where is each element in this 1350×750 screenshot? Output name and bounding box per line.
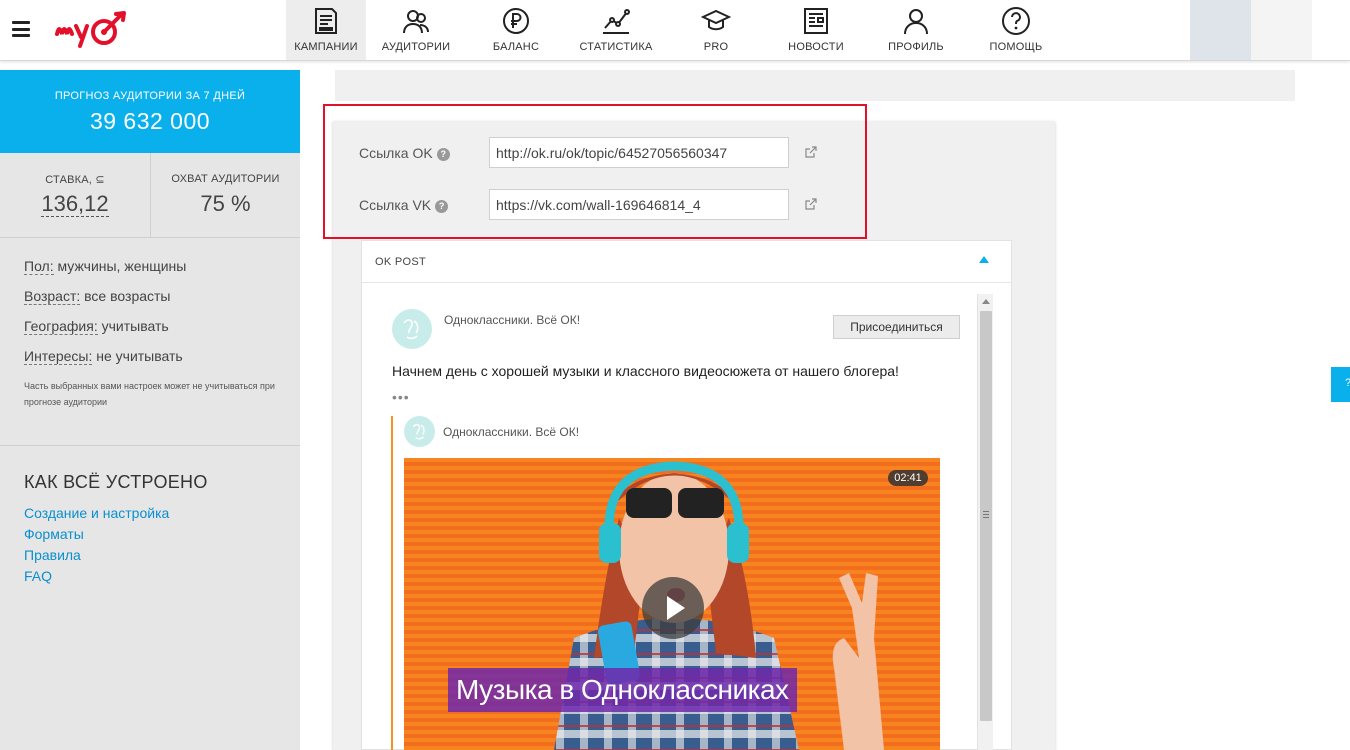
audience-forecast: ПРОГНОЗ АУДИТОРИИ ЗА 7 ДНЕЙ 39 632 000 bbox=[0, 70, 300, 153]
rate-value[interactable]: 136,12 bbox=[41, 192, 109, 217]
scroll-grip-icon bbox=[983, 511, 989, 518]
group-name[interactable]: Одноклассники. Всё ОК! bbox=[444, 313, 580, 327]
play-button[interactable] bbox=[642, 577, 704, 639]
nav-label: КАМПАНИИ bbox=[294, 41, 358, 53]
repost-indicator bbox=[391, 416, 393, 750]
rate-stat: СТАВКА, ⊆ 136,12 bbox=[0, 153, 150, 237]
main-nav: КАМПАНИИ АУДИТОРИИ БАЛАНС СТАТИСТИКА PRO… bbox=[286, 0, 1066, 60]
nav-label: АУДИТОРИИ bbox=[381, 41, 451, 53]
scroll-up-arrow-icon[interactable] bbox=[982, 299, 990, 304]
forecast-value: 39 632 000 bbox=[89, 108, 211, 134]
scroll-thumb[interactable] bbox=[980, 311, 992, 721]
ruble-icon bbox=[503, 8, 529, 34]
header-placeholder-block bbox=[1251, 0, 1312, 60]
repost-group-name[interactable]: Одноклассники. Всё ОК! bbox=[443, 425, 579, 439]
side-tab-label: ? bbox=[1345, 377, 1350, 389]
collapse-arrow-icon[interactable] bbox=[979, 256, 989, 263]
repost-group-avatar[interactable] bbox=[404, 416, 435, 447]
rate-label: СТАВКА, ⊆ bbox=[45, 174, 105, 186]
nav-pro[interactable]: PRO bbox=[666, 0, 766, 60]
video-duration: 02:41 bbox=[888, 470, 928, 486]
ok-post-header[interactable]: OK POST bbox=[362, 241, 1011, 283]
graduation-cap-icon bbox=[701, 9, 731, 31]
nav-campaigns[interactable]: КАМПАНИИ bbox=[286, 0, 366, 60]
highlight-frame bbox=[323, 104, 867, 239]
link-formats[interactable]: Форматы bbox=[24, 524, 276, 545]
targeting-age: Возраст: все возрасты bbox=[24, 288, 276, 305]
post-text: Начнем день с хорошей музыки и классного… bbox=[392, 363, 899, 379]
targeting-key[interactable]: География: bbox=[24, 318, 98, 335]
nav-label: ПОМОЩЬ bbox=[989, 41, 1043, 53]
profile-icon bbox=[904, 9, 928, 35]
sidebar: ПРОГНОЗ АУДИТОРИИ ЗА 7 ДНЕЙ 39 632 000 С… bbox=[0, 70, 300, 750]
ok-post-title: OK POST bbox=[375, 256, 426, 268]
content-top-strip bbox=[335, 70, 1295, 101]
nav-audiences[interactable]: АУДИТОРИИ bbox=[366, 0, 466, 60]
statistics-icon bbox=[603, 9, 630, 34]
nav-balance[interactable]: БАЛАНС bbox=[466, 0, 566, 60]
link-setup[interactable]: Создание и настройка bbox=[24, 503, 276, 524]
nav-profile[interactable]: ПРОФИЛЬ bbox=[866, 0, 966, 60]
video-caption: Музыка в Одноклассниках bbox=[448, 668, 797, 712]
join-button[interactable]: Присоединиться bbox=[833, 315, 960, 339]
targeting-summary: Пол: мужчины, женщины Возраст: все возра… bbox=[0, 238, 300, 446]
targeting-value: учитывать bbox=[101, 318, 169, 334]
forecast-note: Часть выбранных вами настроек может не у… bbox=[24, 381, 275, 407]
campaigns-icon bbox=[315, 8, 337, 34]
targeting-key[interactable]: Возраст: bbox=[24, 288, 81, 305]
header-placeholder-block bbox=[1190, 0, 1251, 60]
newspaper-icon bbox=[804, 8, 828, 34]
targeting-interests: Интересы: не учитывать bbox=[24, 348, 276, 365]
group-avatar[interactable] bbox=[392, 309, 432, 349]
nav-help[interactable]: ПОМОЩЬ bbox=[966, 0, 1066, 60]
howto-title: КАК ВСЁ УСТРОЕНО bbox=[24, 472, 208, 492]
stats-row: СТАВКА, ⊆ 136,12 ОХВАТ АУДИТОРИИ 75 % bbox=[0, 153, 300, 238]
forecast-label: ПРОГНОЗ АУДИТОРИИ ЗА 7 ДНЕЙ bbox=[54, 90, 246, 102]
nav-news[interactable]: НОВОСТИ bbox=[766, 0, 866, 60]
audiences-icon bbox=[403, 10, 429, 34]
targeting-value: мужчины, женщины bbox=[57, 258, 187, 274]
mytarget-logo[interactable] bbox=[54, 6, 136, 54]
targeting-geography: География: учитывать bbox=[24, 318, 276, 335]
targeting-value: все возрасты bbox=[84, 288, 171, 304]
reach-stat: ОХВАТ АУДИТОРИИ 75 % bbox=[150, 153, 300, 237]
nav-label: СТАТИСТИКА bbox=[579, 41, 653, 53]
howto-section: КАК ВСЁ УСТРОЕНО Создание и настройка Фо… bbox=[0, 446, 300, 613]
targeting-key[interactable]: Интересы: bbox=[24, 348, 93, 365]
link-rules[interactable]: Правила bbox=[24, 545, 276, 566]
reach-value: 75 % bbox=[200, 191, 251, 216]
help-side-tab[interactable]: ? bbox=[1331, 367, 1350, 402]
targeting-key[interactable]: Пол: bbox=[24, 258, 54, 275]
ok-group-logo bbox=[403, 319, 419, 340]
reach-label: ОХВАТ АУДИТОРИИ bbox=[171, 173, 280, 185]
nav-label: НОВОСТИ bbox=[788, 41, 844, 53]
ok-group-logo bbox=[412, 423, 425, 440]
nav-statistics[interactable]: СТАТИСТИКА bbox=[566, 0, 666, 60]
link-faq[interactable]: FAQ bbox=[24, 566, 276, 587]
targeting-value: не учитывать bbox=[96, 348, 183, 364]
nav-label: PRO bbox=[703, 41, 729, 53]
targeting-gender: Пол: мужчины, женщины bbox=[24, 258, 276, 275]
top-bar: КАМПАНИИ АУДИТОРИИ БАЛАНС СТАТИСТИКА PRO… bbox=[0, 0, 1350, 61]
help-icon bbox=[1002, 7, 1030, 35]
preview-scrollbar[interactable] bbox=[977, 294, 993, 750]
more-dots[interactable]: ••• bbox=[392, 389, 410, 405]
nav-label: ПРОФИЛЬ bbox=[888, 41, 944, 53]
menu-icon[interactable] bbox=[12, 21, 30, 37]
nav-label: БАЛАНС bbox=[492, 41, 540, 53]
